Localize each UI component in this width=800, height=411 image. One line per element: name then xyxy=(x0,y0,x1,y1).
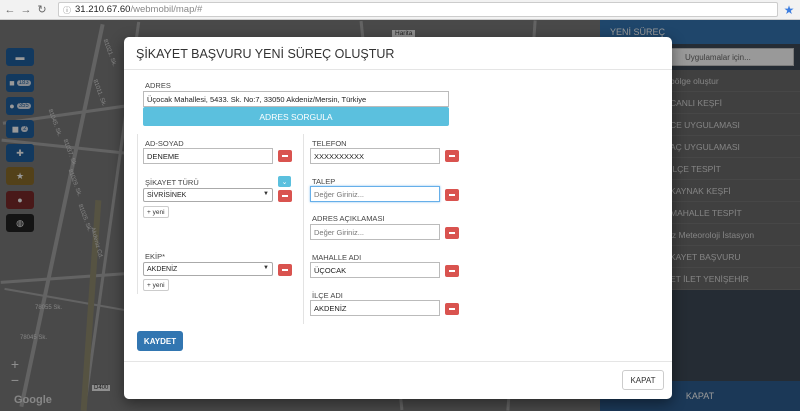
right-column-divider xyxy=(303,134,304,324)
phone-label: TELEFON xyxy=(312,139,347,148)
complaint-type-add-button[interactable]: + yeni xyxy=(143,206,169,218)
modal-header-divider xyxy=(124,69,672,70)
back-icon[interactable]: ← xyxy=(4,4,16,16)
forward-icon[interactable]: → xyxy=(20,4,32,16)
browser-url-bar: ← → ↻ ⓘ 31.210.67.60/webmobil/map/# ★ xyxy=(0,0,800,20)
info-icon[interactable]: ⓘ xyxy=(63,5,71,16)
complaint-type-value: SİVRİSİNEK xyxy=(147,191,187,199)
request-remove-button[interactable] xyxy=(445,189,459,201)
team-value: AKDENİZ xyxy=(147,265,178,273)
neighborhood-field[interactable]: ÜÇOCAK xyxy=(310,262,440,278)
url-host: 31.210.67.60 xyxy=(75,4,131,15)
dropdown-caret-icon: ▼ xyxy=(263,265,269,271)
minus-icon xyxy=(282,269,288,271)
complaint-type-expand-button[interactable]: ⌄ xyxy=(278,176,291,187)
minus-icon xyxy=(449,194,455,196)
dropdown-caret-icon: ▼ xyxy=(263,191,269,197)
minus-icon xyxy=(449,155,455,157)
address-description-remove-button[interactable] xyxy=(445,227,459,239)
address-description-field[interactable]: Değer Giriniz... xyxy=(310,224,440,240)
bookmark-star-icon[interactable]: ★ xyxy=(778,3,800,17)
request-field[interactable]: Değer Giriniz... xyxy=(310,186,440,202)
minus-icon xyxy=(282,155,288,157)
address-description-label: ADRES AÇIKLAMASI xyxy=(312,214,385,223)
modal-footer-divider xyxy=(124,361,672,362)
address-query-button[interactable]: ADRES SORGULA xyxy=(143,107,449,126)
phone-field[interactable]: XXXXXXXXXX xyxy=(310,148,440,164)
modal-title-main: ŞİKAYET BAŞVURU xyxy=(136,47,252,61)
reload-icon[interactable]: ↻ xyxy=(36,3,48,16)
district-label: İLÇE ADI xyxy=(312,291,343,300)
modal-title: ŞİKAYET BAŞVURU YENİ SÜREÇ OLUŞTUR xyxy=(136,47,394,61)
save-button[interactable]: KAYDET xyxy=(137,331,183,351)
team-remove-button[interactable] xyxy=(278,264,292,276)
complaint-type-select[interactable]: SİVRİSİNEK ▼ xyxy=(143,188,273,202)
address-field[interactable]: Üçocak Mahallesi, 5433. Sk. No:7, 33050 … xyxy=(143,91,449,107)
name-label: AD-SOYAD xyxy=(145,139,184,148)
request-label: TALEP xyxy=(312,177,336,186)
minus-icon xyxy=(449,308,455,310)
team-add-button[interactable]: + yeni xyxy=(143,279,169,291)
close-button[interactable]: KAPAT xyxy=(622,370,664,390)
name-remove-button[interactable] xyxy=(278,150,292,162)
minus-icon xyxy=(449,232,455,234)
neighborhood-remove-button[interactable] xyxy=(445,265,459,277)
url-path: /webmobil/map/# xyxy=(130,4,203,15)
team-label: EKİP* xyxy=(145,252,166,261)
complaint-type-remove-button[interactable] xyxy=(278,190,292,202)
neighborhood-label: MAHALLE ADI xyxy=(312,253,362,262)
left-column-divider xyxy=(137,134,138,294)
district-remove-button[interactable] xyxy=(445,303,459,315)
team-select[interactable]: AKDENİZ ▼ xyxy=(143,262,273,276)
phone-remove-button[interactable] xyxy=(445,150,459,162)
modal-title-sub: YENİ SÜREÇ OLUŞTUR xyxy=(251,47,395,61)
minus-icon xyxy=(282,195,288,197)
chevron-down-icon: ⌄ xyxy=(281,178,288,186)
name-field[interactable]: DENEME xyxy=(143,148,273,164)
address-bar[interactable]: ⓘ 31.210.67.60/webmobil/map/# xyxy=(58,2,778,17)
complaint-type-label: ŞİKAYET TÜRÜ xyxy=(145,178,199,187)
address-label: ADRES xyxy=(145,81,171,90)
district-field[interactable]: AKDENİZ xyxy=(310,300,440,316)
minus-icon xyxy=(449,270,455,272)
